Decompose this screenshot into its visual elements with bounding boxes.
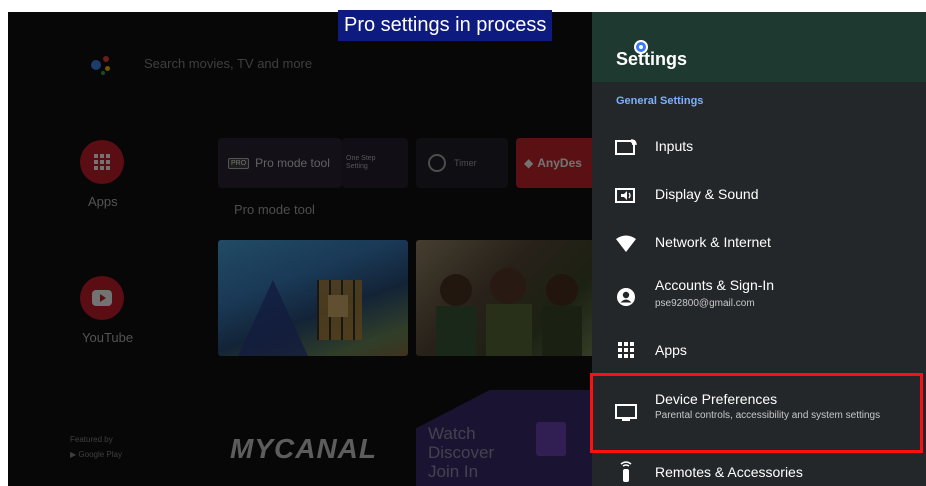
- menu-item-description: Parental controls, accessibility and sys…: [655, 410, 881, 421]
- tv-monitor-icon: [614, 402, 638, 424]
- settings-panel: Settings General Settings Inputs Display…: [592, 12, 926, 486]
- google-assistant-icon[interactable]: [91, 52, 117, 78]
- section-heading: General Settings: [616, 95, 704, 107]
- twitch-icon: [536, 422, 566, 456]
- settings-item-inputs[interactable]: Inputs: [592, 128, 926, 168]
- timer-icon: [428, 154, 446, 172]
- tile-label: Pro mode tool: [255, 156, 330, 170]
- settings-item-accounts[interactable]: Accounts & Sign-In pse92800@gmail.com: [592, 270, 926, 322]
- menu-item-label: Apps: [655, 342, 687, 358]
- timer-tile[interactable]: Timer: [416, 138, 508, 188]
- tile-label: Timer: [454, 158, 477, 168]
- anydesk-tile[interactable]: ◆ AnyDes: [516, 138, 592, 188]
- twitch-tagline: Watch Discover Join In: [428, 424, 494, 481]
- video-thumbnail[interactable]: [218, 240, 408, 356]
- menu-item-label: Remotes & Accessories: [655, 464, 803, 480]
- tile-label: AnyDes: [537, 156, 582, 170]
- menu-item-label: Inputs: [655, 138, 694, 154]
- anydesk-logo-icon: ◆: [524, 156, 534, 170]
- settings-item-network[interactable]: Network & Internet: [592, 224, 926, 264]
- row-caption: Pro mode tool: [234, 202, 315, 217]
- page-title: Settings: [616, 49, 688, 69]
- menu-item-label: Network & Internet: [655, 234, 771, 250]
- video-thumbnail[interactable]: [416, 240, 592, 356]
- settings-item-display-sound[interactable]: Display & Sound: [592, 176, 926, 216]
- tagline-line: Discover: [428, 443, 495, 462]
- wifi-icon: [614, 233, 638, 255]
- tile-label: One Step Setting: [346, 155, 376, 170]
- youtube-icon[interactable]: [80, 276, 124, 320]
- google-play-icon: ▶: [70, 450, 77, 459]
- remote-icon: [614, 460, 638, 482]
- settings-item-apps[interactable]: Apps: [592, 330, 926, 370]
- google-play-label: ▶ Google Play: [70, 450, 122, 459]
- pointer-cursor-icon: [634, 40, 648, 54]
- one-step-setting-tile[interactable]: One Step Setting: [342, 138, 408, 188]
- account-icon: [614, 286, 638, 308]
- status-banner: Pro settings in process: [338, 10, 553, 41]
- menu-item-label: Device Preferences: [655, 391, 778, 407]
- menu-item-label: Accounts & Sign-In: [655, 277, 775, 293]
- pro-badge-icon: PRO: [228, 157, 250, 169]
- featured-by-label: Featured by: [70, 435, 113, 444]
- search-bar[interactable]: Search movies, TV and more: [144, 56, 312, 71]
- settings-item-remotes[interactable]: Remotes & Accessories: [592, 458, 926, 486]
- tagline-line: Watch: [428, 424, 476, 443]
- sidebar-item-apps[interactable]: Apps: [88, 194, 118, 209]
- menu-item-label: Display & Sound: [655, 186, 759, 202]
- apps-grid-icon: [614, 339, 638, 361]
- google-play-text: Google Play: [78, 450, 122, 459]
- account-email: pse92800@gmail.com: [655, 298, 755, 309]
- tv-home-screen: Search movies, TV and more Apps YouTube …: [8, 12, 592, 486]
- tagline-line: Join In: [428, 462, 479, 481]
- apps-grid-icon[interactable]: [80, 140, 124, 184]
- mycanal-logo[interactable]: MYCANAL: [230, 433, 377, 465]
- sidebar-item-youtube[interactable]: YouTube: [82, 330, 133, 345]
- display-sound-icon: [614, 185, 638, 207]
- settings-item-device-preferences[interactable]: Device Preferences Parental controls, ac…: [592, 380, 926, 450]
- input-icon: [614, 137, 638, 159]
- pro-mode-tool-tile[interactable]: PRO Pro mode tool: [218, 138, 342, 188]
